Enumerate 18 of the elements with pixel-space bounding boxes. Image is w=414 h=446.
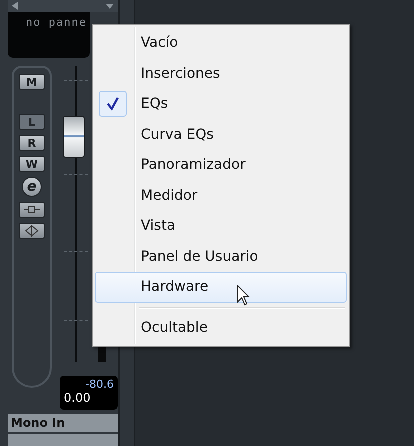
menu-item[interactable]: Medidor xyxy=(95,180,347,211)
menu-item[interactable]: Inserciones xyxy=(95,58,347,89)
panner-display: no panne xyxy=(8,12,90,58)
edit-button[interactable]: e xyxy=(22,177,42,198)
menu-item[interactable]: EQs xyxy=(95,89,347,120)
menu-item[interactable]: Curva EQs xyxy=(95,120,347,150)
menu-item[interactable]: Vista xyxy=(95,211,347,242)
channel-button[interactable]: R xyxy=(19,135,45,152)
menu-item[interactable]: Vacío xyxy=(95,28,347,58)
menu-item[interactable]: Ocultable xyxy=(95,312,347,343)
channel-button[interactable]: M xyxy=(19,74,45,90)
channel-button[interactable]: W xyxy=(19,156,45,172)
channel-name: Mono In xyxy=(8,414,118,432)
volume-value: 0.00 xyxy=(64,391,92,406)
menu-item[interactable]: Panel de Usuario xyxy=(95,242,347,272)
menu-item[interactable]: Panoramizador xyxy=(95,150,347,180)
peak-value: -80.6 xyxy=(86,378,114,392)
menu-item[interactable]: Hardware xyxy=(95,272,347,302)
